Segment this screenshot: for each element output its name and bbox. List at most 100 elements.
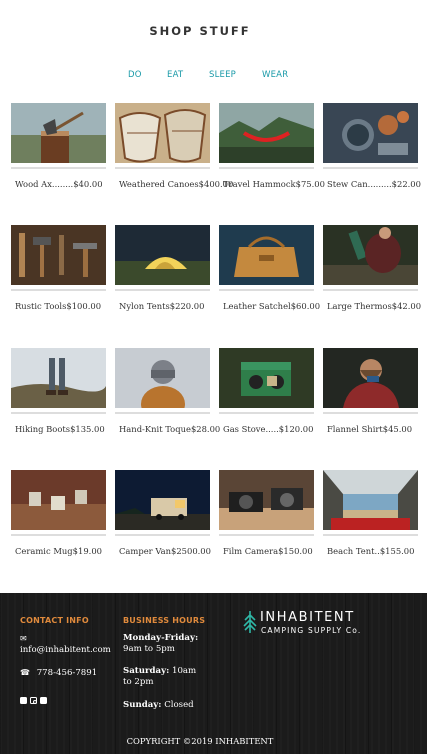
product-name: Flannel Shirt xyxy=(327,424,383,434)
product-price: $19.00 xyxy=(72,546,102,556)
product-price: $155.00 xyxy=(379,546,415,556)
product-divider xyxy=(11,167,106,169)
phone-text: 778-456-7891 xyxy=(36,668,98,678)
hours-saturday: Saturday: 10am to 2pm xyxy=(123,666,207,688)
product-caption: Ceramic Mug$19.00 xyxy=(15,546,102,556)
product-divider xyxy=(115,167,210,169)
product-divider xyxy=(219,289,314,291)
product-image[interactable] xyxy=(219,470,314,530)
hours-sunday: Sunday: Closed xyxy=(123,700,213,711)
shop-title: SHOP STUFF xyxy=(149,24,251,38)
product-image[interactable] xyxy=(11,103,106,163)
product-price: $150.00 xyxy=(278,546,313,556)
product-card[interactable]: Weathered Canoes$400.00 xyxy=(115,103,233,189)
product-name: Gas Stove..... xyxy=(223,424,279,434)
product-caption: Flannel Shirt$45.00 xyxy=(327,424,412,434)
product-card[interactable]: Large Thermos$42.00 xyxy=(323,225,421,311)
product-name: Camper Van xyxy=(119,546,171,556)
product-card[interactable]: Ceramic Mug$19.00 xyxy=(11,470,106,556)
nav-link-wear[interactable]: WEAR xyxy=(262,70,288,80)
product-image[interactable] xyxy=(115,348,210,408)
product-image[interactable] xyxy=(115,225,210,285)
nav-link-sleep[interactable]: SLEEP xyxy=(209,70,236,80)
product-divider xyxy=(115,289,210,291)
hours-heading: BUSINESS HOURS xyxy=(123,616,206,625)
product-card[interactable]: Flannel Shirt$45.00 xyxy=(323,348,418,434)
copyright: COPYRIGHT ©2019 INHABITENT xyxy=(126,736,274,746)
product-card[interactable]: Gas Stove.....$120.00 xyxy=(219,348,314,434)
product-card[interactable]: Film Camera$150.00 xyxy=(219,470,314,556)
contact-email[interactable]: ✉ info@inhabitent.com xyxy=(20,633,116,656)
product-card[interactable]: Leather Satchel$60.00 xyxy=(219,225,320,311)
nav-link-eat[interactable]: EAT xyxy=(167,70,183,80)
product-divider xyxy=(115,534,210,536)
nav-link-do[interactable]: DO xyxy=(128,70,142,80)
product-caption: Stew Can.........$22.00 xyxy=(327,179,421,189)
product-caption: Weathered Canoes$400.00 xyxy=(119,179,233,189)
product-image[interactable] xyxy=(323,348,418,408)
product-price: $42.00 xyxy=(391,301,422,311)
site-footer: CONTACT INFO ✉ info@inhabitent.com ☎ 778… xyxy=(0,593,427,754)
instagram-icon[interactable] xyxy=(30,697,37,704)
envelope-icon: ✉ xyxy=(20,634,27,643)
product-card[interactable]: Hand-Knit Toque$28.00 xyxy=(115,348,220,434)
hours-time: Closed xyxy=(164,700,194,710)
product-card[interactable]: Wood Ax........$40.00 xyxy=(11,103,106,189)
product-card[interactable]: Camper Van$2500.00 xyxy=(115,470,211,556)
hours-day: Monday-Friday: xyxy=(123,633,199,643)
product-image[interactable] xyxy=(115,470,210,530)
product-caption: Large Thermos$42.00 xyxy=(327,301,421,311)
product-name: Weathered Canoes xyxy=(119,179,199,189)
product-card[interactable]: Stew Can.........$22.00 xyxy=(323,103,421,189)
product-card[interactable]: Hiking Boots$135.00 xyxy=(11,348,106,434)
product-grid: Wood Ax........$40.00 Weathered Canoes$40… xyxy=(11,103,423,573)
product-image[interactable] xyxy=(115,103,210,163)
product-image[interactable] xyxy=(11,470,106,530)
product-card[interactable]: Beach Tent..$155.00 xyxy=(323,470,418,556)
product-caption: Travel Hammock$75.00 xyxy=(223,179,325,189)
product-name: Large Thermos xyxy=(327,301,392,311)
product-image[interactable] xyxy=(219,103,314,163)
product-name: Hand-Knit Toque xyxy=(119,424,191,434)
product-image[interactable] xyxy=(11,348,106,408)
product-name: Film Camera xyxy=(223,546,279,556)
product-price: $40.00 xyxy=(73,179,103,189)
product-price: $75.00 xyxy=(295,179,325,189)
product-price: $22.00 xyxy=(391,179,421,189)
product-card[interactable]: Travel Hammock$75.00 xyxy=(219,103,325,189)
contact-phone[interactable]: ☎ 778-456-7891 xyxy=(20,667,97,679)
product-name: Leather Satchel xyxy=(223,301,291,311)
product-name: Ceramic Mug xyxy=(15,546,73,556)
product-card[interactable]: Nylon Tents$220.00 xyxy=(115,225,210,311)
hours-day: Saturday: xyxy=(123,666,170,676)
product-name: Nylon Tents xyxy=(119,301,170,311)
product-caption: Hand-Knit Toque$28.00 xyxy=(119,424,220,434)
product-image[interactable] xyxy=(323,470,418,530)
product-caption: Wood Ax........$40.00 xyxy=(15,179,103,189)
product-caption: Nylon Tents$220.00 xyxy=(119,301,204,311)
product-image[interactable] xyxy=(11,225,106,285)
product-image[interactable] xyxy=(323,225,418,285)
product-price: $28.00 xyxy=(190,424,221,434)
product-divider xyxy=(219,412,314,414)
product-image[interactable] xyxy=(219,225,314,285)
product-card[interactable]: Rustic Tools$100.00 xyxy=(11,225,106,311)
contact-heading: CONTACT INFO xyxy=(20,616,89,625)
phone-icon: ☎ xyxy=(20,668,30,677)
tree-icon xyxy=(243,611,257,633)
product-name: Wood Ax........ xyxy=(15,179,74,189)
product-divider xyxy=(219,534,314,536)
facebook-icon[interactable] xyxy=(20,697,27,704)
product-caption: Rustic Tools$100.00 xyxy=(15,301,101,311)
product-name: Hiking Boots xyxy=(15,424,71,434)
twitter-icon[interactable] xyxy=(40,697,47,704)
product-caption: Beach Tent..$155.00 xyxy=(327,546,414,556)
product-caption: Hiking Boots$135.00 xyxy=(15,424,105,434)
product-divider xyxy=(11,412,106,414)
product-image[interactable] xyxy=(219,348,314,408)
product-divider xyxy=(323,412,418,414)
product-price: $45.00 xyxy=(382,424,413,434)
product-caption: Leather Satchel$60.00 xyxy=(223,301,320,311)
product-image[interactable] xyxy=(323,103,418,163)
brand-tagline: CAMPING SUPPLY Co. xyxy=(261,626,362,635)
